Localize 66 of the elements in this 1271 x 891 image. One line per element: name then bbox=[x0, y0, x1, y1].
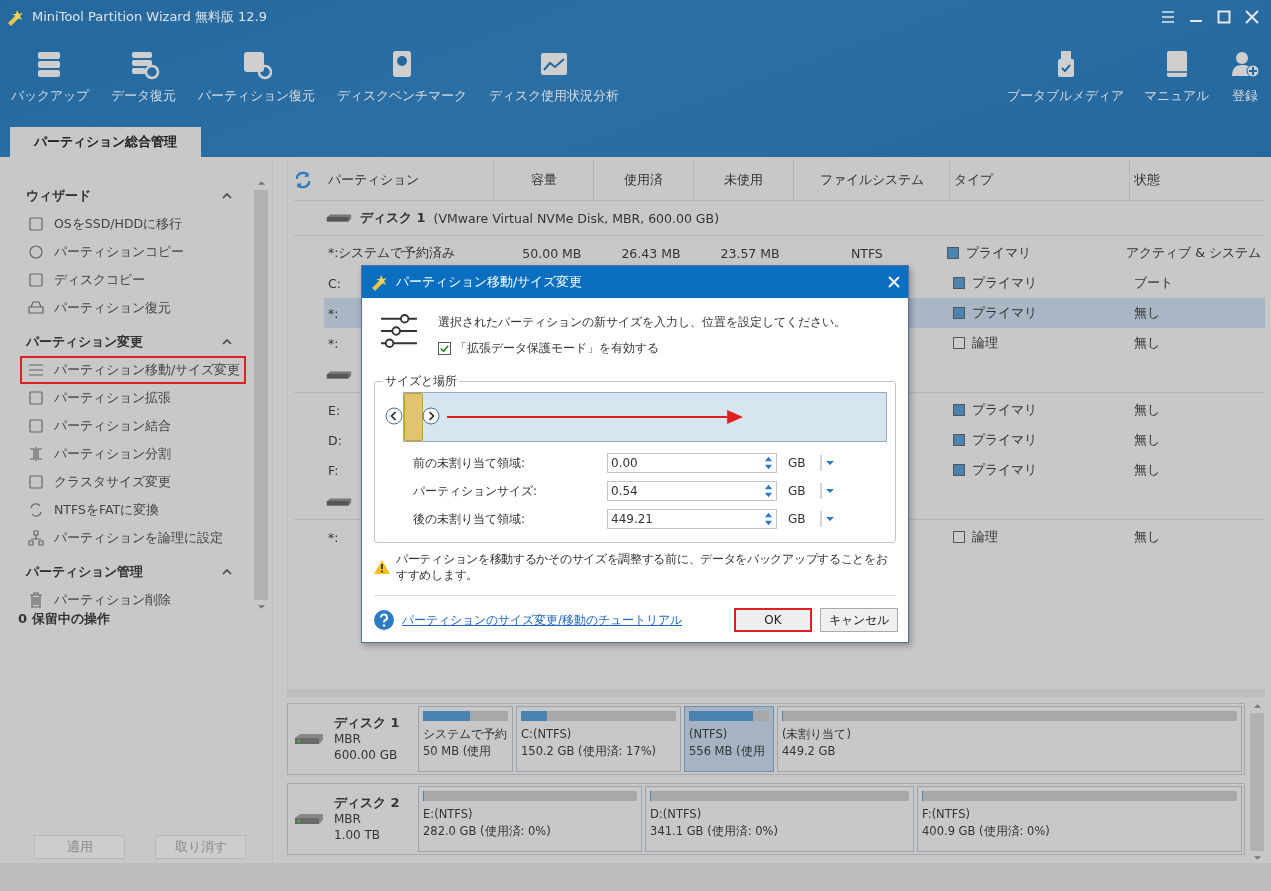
unit-label: GB bbox=[787, 512, 807, 526]
field-label: パーティションサイズ: bbox=[413, 482, 539, 500]
table-cell: 論理 bbox=[972, 528, 998, 546]
table-cell: F: bbox=[328, 462, 339, 478]
table-cell: プライマリ bbox=[972, 304, 1037, 322]
disk-title: ディスク 1 bbox=[360, 209, 426, 227]
warning-text: パーティションを移動するかそのサイズを調整する前に、データをバックアップすることをおすすめします。 bbox=[396, 551, 889, 583]
partition-label: システムで予約 bbox=[423, 727, 508, 742]
disk-scheme: MBR bbox=[334, 731, 362, 747]
table-cell: C: bbox=[328, 275, 341, 291]
table-cell: 50.00 MB bbox=[522, 245, 582, 261]
table-cell: 26.43 MB bbox=[621, 245, 681, 261]
table-cell-text: 無し bbox=[1133, 304, 1161, 322]
partition-label: (NTFS) bbox=[689, 727, 729, 742]
partition-label: D:(NTFS) bbox=[650, 807, 703, 822]
disk-details: (VMware Virtual NVMe Disk, MBR, 600.00 GB) bbox=[433, 210, 719, 226]
table-cell: プライマリ bbox=[972, 431, 1037, 449]
partition-size: 282.0 GB (使用済: 0%) bbox=[423, 824, 552, 839]
dialog-description: 選択されたパーティションの新サイズを入力し、位置を設定してください。 bbox=[438, 314, 846, 331]
table-cell: NTFS bbox=[850, 245, 883, 261]
section-title: ウィザード bbox=[26, 187, 91, 205]
table-cell-text: アクティブ & システム bbox=[1125, 244, 1262, 262]
table-cell: プライマリ bbox=[966, 244, 1032, 262]
table-cell: プライマリ bbox=[972, 461, 1037, 479]
table-cell: E: bbox=[328, 402, 341, 418]
table-cell: D: bbox=[328, 432, 342, 448]
section-title: パーティション変更 bbox=[26, 333, 143, 351]
checkbox-label: 「拡張データ保護モード」を有効する bbox=[455, 340, 659, 357]
table-cell-text: ブート bbox=[1133, 274, 1174, 292]
field-label: 後の未割り当て領域: bbox=[413, 510, 527, 528]
table-cell: 23.57 MB bbox=[720, 245, 780, 261]
table-cell-text: 無し bbox=[1133, 431, 1161, 449]
disk-scheme: MBR bbox=[334, 811, 362, 827]
table-cell: *:システムで予約済み bbox=[328, 244, 456, 262]
pending-operations: 0 保留中の操作 bbox=[18, 610, 111, 628]
table-cell: プライマリ bbox=[972, 401, 1037, 419]
unit-label: GB bbox=[787, 484, 807, 498]
partition-label: C:(NTFS) bbox=[521, 727, 573, 742]
disk-name: ディスク 2 bbox=[334, 795, 401, 811]
partition-label: E:(NTFS) bbox=[423, 807, 474, 822]
partition-size: 400.9 GB (使用済: 0%) bbox=[922, 824, 1051, 839]
unit-label: GB bbox=[787, 456, 807, 470]
field-label: 前の未割り当て領域: bbox=[413, 454, 527, 472]
table-cell: *: bbox=[328, 529, 339, 545]
table-cell-text: 無し bbox=[1133, 401, 1161, 419]
table-cell: *: bbox=[328, 335, 339, 351]
partition-size: 50 MB (使用 bbox=[423, 744, 493, 759]
dialog-title: パーティション移動/サイズ変更 bbox=[396, 273, 583, 291]
partition-size: 556 MB (使用 bbox=[689, 744, 766, 759]
table-cell: プライマリ bbox=[972, 274, 1037, 292]
partition-label: F:(NTFS) bbox=[922, 807, 971, 822]
partition-size: 341.1 GB (使用済: 0%) bbox=[650, 824, 779, 839]
disk-size: 600.00 GB bbox=[334, 747, 399, 763]
window-title: MiniTool Partition Wizard 無料版 12.9 bbox=[32, 7, 267, 26]
table-cell-text: 無し bbox=[1133, 528, 1161, 546]
table-cell-text: 無し bbox=[1133, 461, 1161, 479]
table-cell: *: bbox=[328, 305, 339, 321]
disk-name: ディスク 1 bbox=[334, 715, 401, 731]
table-cell: 論理 bbox=[972, 334, 998, 352]
partition-label: (未割り当て) bbox=[782, 727, 852, 742]
group-title: サイズと場所 bbox=[384, 373, 458, 390]
disk-size: 1.00 TB bbox=[334, 827, 382, 843]
partition-size: 150.2 GB (使用済: 17%) bbox=[521, 744, 658, 759]
table-cell-text: 無し bbox=[1133, 334, 1161, 352]
section-title: パーティション管理 bbox=[26, 563, 143, 581]
partition-size: 449.2 GB bbox=[782, 744, 837, 759]
